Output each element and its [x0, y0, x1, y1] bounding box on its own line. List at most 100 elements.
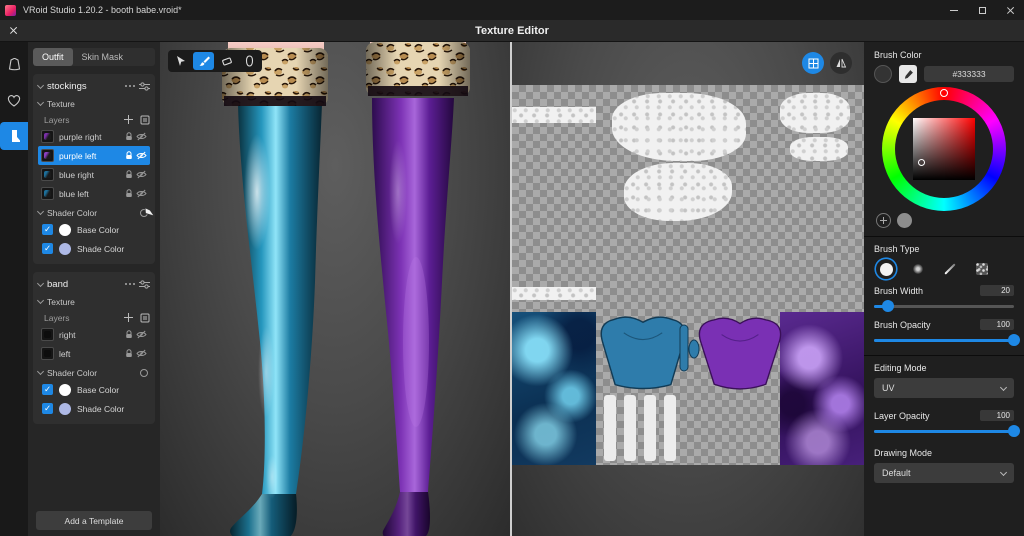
current-color-swatch[interactable] [874, 65, 892, 83]
brush-width-value[interactable]: 20 [980, 285, 1014, 296]
texture-subsection[interactable]: Texture [36, 294, 150, 309]
brush-type-soft-button[interactable] [908, 259, 928, 279]
lock-icon[interactable] [125, 132, 133, 141]
shade-color-swatch[interactable] [59, 402, 71, 415]
layer-opacity-slider[interactable] [874, 424, 1020, 438]
add-swatch-button[interactable] [876, 213, 891, 228]
visibility-off-icon[interactable] [136, 170, 147, 179]
eraser-icon [221, 57, 232, 65]
layer-row-right[interactable]: right [38, 325, 150, 344]
layer-row-purple-right[interactable]: purple right [38, 127, 150, 146]
add-template-button[interactable]: Add a Template [36, 511, 152, 530]
band-header[interactable]: band [36, 276, 150, 292]
panel-tabs: Outfit Skin Mask [33, 48, 155, 66]
brush-type-line-button[interactable] [940, 259, 960, 279]
saturation-value-square[interactable] [913, 118, 975, 180]
shader-color-label: Shader Color [47, 207, 98, 218]
eyedropper-button[interactable] [899, 65, 917, 83]
layer-row-blue-right[interactable]: blue right [38, 165, 150, 184]
more-menu-icon[interactable] [125, 85, 127, 87]
lock-icon[interactable] [125, 151, 133, 160]
eraser-tool-button[interactable] [216, 52, 237, 70]
layer-panel-icon[interactable] [140, 313, 150, 323]
lock-icon[interactable] [125, 349, 133, 358]
color-wheel[interactable] [882, 87, 1006, 211]
uv-texture-canvas[interactable] [512, 85, 864, 465]
layer-row-left[interactable]: left [38, 344, 150, 363]
saved-swatch[interactable] [897, 213, 912, 228]
maximize-button[interactable] [968, 0, 996, 20]
rail-item-favorites[interactable] [0, 86, 28, 114]
visibility-off-icon[interactable] [136, 151, 147, 160]
visibility-off-icon[interactable] [136, 132, 147, 141]
uv-strip-piece [644, 395, 656, 461]
minimize-button[interactable] [940, 0, 968, 20]
select-tool-button[interactable] [170, 52, 191, 70]
lock-icon[interactable] [125, 170, 133, 179]
brush-opacity-label: Brush Opacity [874, 319, 931, 330]
layer-row-purple-left[interactable]: purple left [38, 146, 150, 165]
visibility-off-icon[interactable] [136, 330, 147, 339]
model-viewport[interactable] [160, 42, 510, 536]
stockings-header[interactable]: stockings [36, 78, 150, 94]
shader-color-subsection[interactable]: Shader Color [36, 205, 150, 220]
symmetry-toggle-button[interactable] [830, 52, 852, 74]
add-layer-icon[interactable] [124, 115, 133, 124]
brush-width-slider[interactable] [874, 299, 1014, 313]
brush-color-label: Brush Color [874, 50, 922, 60]
editing-mode-select[interactable]: UV [874, 378, 1014, 398]
uv-view-toggle-button[interactable] [802, 52, 824, 74]
base-color-checkbox[interactable]: ✓ [42, 384, 53, 395]
brush-opacity-slider[interactable] [874, 333, 1020, 347]
uv-piece-lace [612, 93, 746, 161]
pen-cursor-icon [144, 207, 155, 217]
base-color-swatch[interactable] [59, 223, 71, 236]
tab-skin-mask[interactable]: Skin Mask [73, 48, 133, 66]
uv-strip-piece [604, 395, 616, 461]
brush-opacity-value[interactable]: 100 [980, 319, 1014, 330]
visibility-off-icon[interactable] [136, 189, 147, 198]
visibility-off-icon[interactable] [136, 349, 147, 358]
settings-sliders-icon[interactable] [139, 81, 150, 91]
hue-marker[interactable] [940, 89, 948, 97]
more-menu-icon[interactable] [125, 283, 127, 285]
layer-name: blue left [59, 188, 89, 199]
shade-color-checkbox[interactable]: ✓ [42, 403, 53, 414]
texture-subsection[interactable]: Texture [36, 96, 150, 111]
brush-type-texture-button[interactable] [972, 259, 992, 279]
section-title: stockings [47, 80, 87, 92]
layers-row: Layers [38, 112, 150, 127]
rail-item-outfit[interactable] [0, 50, 28, 78]
uv-piece-band-strip [512, 287, 596, 300]
hex-color-input[interactable]: #333333 [924, 66, 1014, 82]
lock-icon[interactable] [125, 189, 133, 198]
layer-panel-icon[interactable] [140, 115, 150, 125]
shade-color-checkbox[interactable]: ✓ [42, 243, 53, 254]
settings-sliders-icon[interactable] [139, 279, 150, 289]
tab-outfit[interactable]: Outfit [33, 48, 73, 66]
grid-icon [808, 58, 818, 68]
drawing-mode-select[interactable]: Default [874, 463, 1014, 483]
shade-color-swatch[interactable] [59, 242, 71, 255]
brush-tool-button[interactable] [193, 52, 214, 70]
minimize-icon [950, 9, 958, 11]
uv-editor-panel[interactable] [512, 42, 864, 536]
brush-type-solid-button[interactable] [876, 259, 896, 279]
add-layer-icon[interactable] [124, 313, 133, 322]
lock-icon[interactable] [125, 330, 133, 339]
layer-row-blue-left[interactable]: blue left [38, 184, 150, 203]
layer-opacity-value[interactable]: 100 [980, 410, 1014, 421]
rail-item-legwear[interactable] [0, 122, 28, 150]
base-color-checkbox[interactable]: ✓ [42, 224, 53, 235]
shader-reset-icon[interactable] [140, 368, 148, 377]
exit-editor-button[interactable] [9, 26, 18, 35]
sv-marker[interactable] [918, 159, 925, 166]
viewport-toolbar [168, 50, 262, 72]
shader-color-subsection[interactable]: Shader Color [36, 365, 150, 380]
blur-tool-button[interactable] [239, 52, 260, 70]
base-color-swatch[interactable] [59, 383, 71, 396]
shade-color-row: ✓ Shade Color [38, 399, 150, 418]
close-button[interactable] [996, 0, 1024, 20]
section-band: band Texture Layers right left Shader Co… [33, 272, 155, 424]
texture-label: Texture [47, 98, 75, 109]
